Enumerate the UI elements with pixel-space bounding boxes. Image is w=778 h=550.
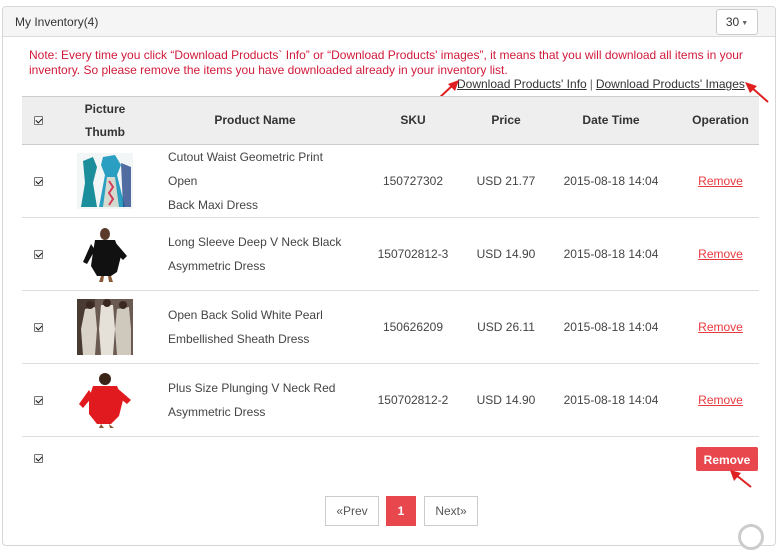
table-row: Open Back Solid White Pearl Embellished S… <box>22 290 759 364</box>
product-thumbnail[interactable] <box>77 226 133 282</box>
operation-cell: Remove <box>682 144 759 218</box>
product-thumbnail[interactable] <box>77 153 133 209</box>
remove-link[interactable]: Remove <box>698 247 743 261</box>
row-checkbox[interactable] <box>33 396 43 406</box>
annotation-arrow-icon <box>730 470 752 488</box>
inventory-table: Picture Thumb Product Name SKU Price Date… <box>22 96 759 437</box>
operation-cell: Remove <box>682 290 759 364</box>
product-sku: 150727302 <box>354 144 472 218</box>
scroll-top-icon[interactable] <box>738 524 764 550</box>
product-name: Long Sleeve Deep V Neck Black Asymmetric … <box>156 217 354 291</box>
row-checkbox[interactable] <box>33 177 43 187</box>
pagination: «Prev 1 Next» <box>0 496 778 526</box>
row-checkbox[interactable] <box>33 323 43 333</box>
product-price: USD 21.77 <box>472 144 540 218</box>
product-price: USD 14.90 <box>472 363 540 437</box>
download-links: Download Products' Info | Download Product… <box>457 77 745 91</box>
prev-page-button[interactable]: «Prev <box>325 496 379 526</box>
product-date: 2015-08-18 14:04 <box>540 144 682 218</box>
download-info-link[interactable]: Download Products' Info <box>457 77 587 91</box>
table-header-row: Picture Thumb Product Name SKU Price Date… <box>22 96 759 145</box>
product-date: 2015-08-18 14:04 <box>540 363 682 437</box>
panel-header: My Inventory(4) 30 ▼ <box>3 7 775 37</box>
remove-link[interactable]: Remove <box>698 320 743 334</box>
product-price: USD 14.90 <box>472 217 540 291</box>
table-row: Plus Size Plunging V Neck Red Asymmetric … <box>22 363 759 437</box>
remove-link[interactable]: Remove <box>698 174 743 188</box>
header-date-time: Date Time <box>540 96 682 145</box>
inventory-note: Note: Every time you click “Download Pro… <box>29 48 743 77</box>
per-page-select[interactable]: 30 ▼ <box>716 9 758 35</box>
table-row: Cutout Waist Geometric Print Open Back Ma… <box>22 144 759 218</box>
footer-select-all-checkbox[interactable] <box>34 454 43 463</box>
product-name: Open Back Solid White Pearl Embellished S… <box>156 290 354 364</box>
table-row: Long Sleeve Deep V Neck Black Asymmetric … <box>22 217 759 291</box>
product-name: Plus Size Plunging V Neck Red Asymmetric … <box>156 363 354 437</box>
next-page-button[interactable]: Next» <box>424 496 478 526</box>
product-sku: 150626209 <box>354 290 472 364</box>
operation-cell: Remove <box>682 217 759 291</box>
header-sku: SKU <box>354 96 472 145</box>
product-sku: 150702812-3 <box>354 217 472 291</box>
product-price: USD 26.11 <box>472 290 540 364</box>
download-images-link[interactable]: Download Products' Images <box>596 77 745 91</box>
operation-cell: Remove <box>682 363 759 437</box>
product-name: Cutout Waist Geometric Print Open Back Ma… <box>156 144 354 218</box>
select-all-cell <box>22 96 54 145</box>
per-page-value: 30 <box>725 15 740 29</box>
page-1-button[interactable]: 1 <box>386 496 416 526</box>
select-all-checkbox[interactable] <box>33 116 43 126</box>
row-checkbox[interactable] <box>33 250 43 260</box>
product-date: 2015-08-18 14:04 <box>540 290 682 364</box>
product-thumbnail[interactable] <box>77 299 133 355</box>
panel-title: My Inventory(4) <box>15 15 99 29</box>
product-sku: 150702812-2 <box>354 363 472 437</box>
header-price: Price <box>472 96 540 145</box>
header-product-name: Product Name <box>156 96 354 145</box>
product-date: 2015-08-18 14:04 <box>540 217 682 291</box>
link-separator: | <box>589 77 593 91</box>
header-operation: Operation <box>682 96 759 145</box>
header-picture: Picture Thumb <box>54 96 156 145</box>
remove-link[interactable]: Remove <box>698 393 743 407</box>
caret-down-icon: ▼ <box>741 20 749 27</box>
product-thumbnail[interactable] <box>77 372 133 428</box>
